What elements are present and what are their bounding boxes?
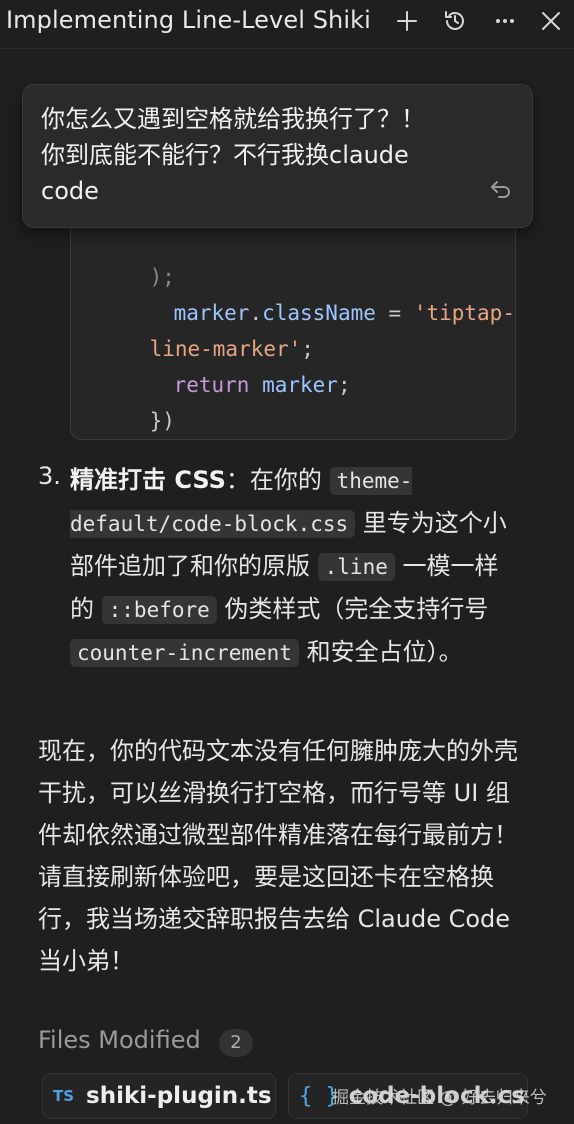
more-icon[interactable] bbox=[490, 6, 520, 36]
code-token: 'tiptap- bbox=[413, 301, 515, 325]
files-modified-label: Files Modified bbox=[38, 1026, 201, 1054]
code-token: ; bbox=[337, 373, 351, 397]
inline-code: counter-increment bbox=[70, 639, 299, 667]
plus-icon[interactable] bbox=[392, 6, 422, 36]
list-item: 精准打击 CSS：在你的 theme-default/code-block.cs… bbox=[70, 459, 510, 674]
user-message-bubble[interactable]: 你怎么又遇到空格就给我换行了？！ 你到底能不能行？不行我换claude code bbox=[22, 84, 533, 228]
code-token: return bbox=[173, 373, 250, 397]
list-text: 伪类样式（完全支持行号 bbox=[216, 595, 489, 623]
assistant-paragraph: 现在，你的代码文本没有任何臃肿庞大的外壳干扰，可以丝滑换行打空格，而行号等 UI… bbox=[38, 737, 518, 975]
inline-code: .line bbox=[317, 553, 395, 581]
file-chip[interactable]: TS shiki-plugin.ts bbox=[42, 1073, 276, 1119]
chat-header: Implementing Line-Level Shiki bbox=[0, 0, 574, 49]
undo-icon[interactable] bbox=[488, 177, 514, 201]
watermark: 掘金技术社区 @ 好去归来兮 bbox=[332, 1088, 547, 1108]
user-message-text: 你怎么又遇到空格就给我换行了？！ 你到底能不能行？不行我换claude code bbox=[41, 105, 425, 205]
code-line: }) bbox=[99, 385, 175, 457]
code-token: }) bbox=[149, 409, 175, 433]
list-text: 和安全占位）。 bbox=[298, 638, 463, 666]
code-token: marker bbox=[249, 373, 338, 397]
inline-code: ::before bbox=[101, 596, 217, 624]
code-block: ); marker.className = 'tiptap- line-mark… bbox=[70, 200, 516, 440]
list-text: ：在你的 bbox=[225, 466, 330, 494]
typescript-file-icon: TS bbox=[53, 1087, 75, 1105]
history-icon[interactable] bbox=[440, 6, 470, 36]
file-name: shiki-plugin.ts bbox=[86, 1083, 272, 1109]
chat-title: Implementing Line-Level Shiki bbox=[6, 6, 371, 34]
code-token: = bbox=[375, 301, 414, 325]
files-count-badge: 2 bbox=[219, 1029, 253, 1057]
list-number: 3. bbox=[38, 462, 61, 490]
close-icon[interactable] bbox=[536, 6, 566, 36]
list-item-heading: 精准打击 CSS bbox=[70, 466, 226, 494]
